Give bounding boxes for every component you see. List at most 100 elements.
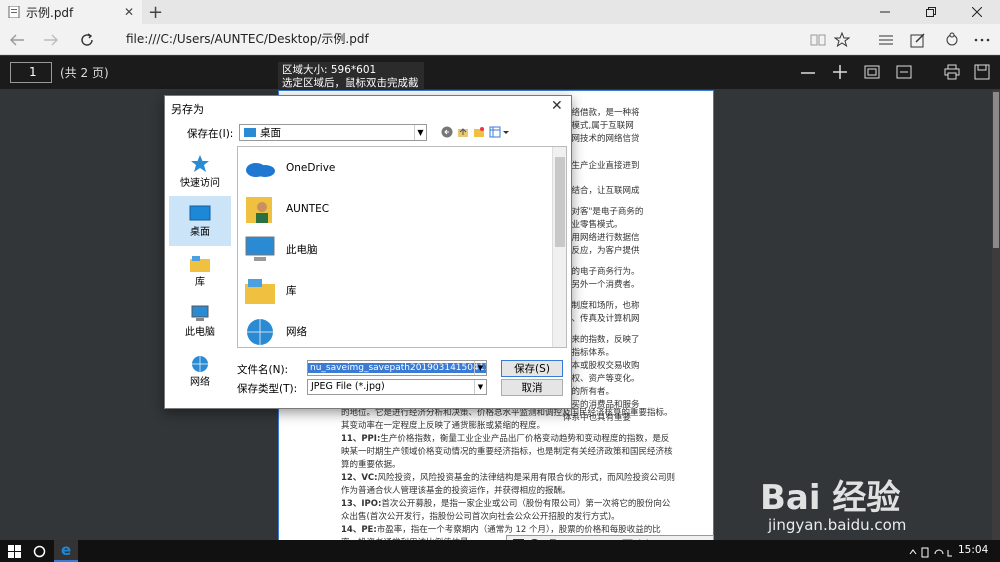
fit-page-icon[interactable] [864,65,880,79]
computer-icon [244,235,276,265]
text-fragment: 间的电子商务行为。 [563,267,640,277]
cancel-button[interactable]: 取消 [501,379,563,396]
refresh-icon[interactable] [76,24,98,55]
forward-icon[interactable] [40,24,62,55]
file-name: AUNTEC [286,202,330,215]
desktop-icon [189,205,211,223]
text-fragment: 从生产企业直接进到 [563,161,640,171]
text-fragment: 贷模式,属于互联网 [563,121,634,131]
edge-taskbar-button[interactable]: e [54,540,78,562]
text-fragment: 基本或股权交易收购 [563,361,640,371]
network-icon [189,355,211,373]
new-tab-button[interactable]: + [148,2,163,23]
file-name: OneDrive [286,161,336,174]
list-item[interactable]: 此电脑 [238,229,566,270]
filetype-label: 保存类型(T): [237,383,298,395]
capture-size-label: 区域大小: 596*601 [282,64,377,76]
computer-icon [189,305,211,323]
text-fragment: 南对客"是电子商务的 [563,207,644,217]
url-field[interactable]: file:///C:/Users/AUNTEC/Desktop/示例.pdf [126,24,369,55]
more-icon[interactable] [972,24,992,55]
layout-icon[interactable] [896,65,912,79]
filename-input[interactable]: nu_saveimg_savepath20190314150411.jpg ▼ [307,360,487,376]
zoom-out-icon[interactable] [800,66,816,80]
file-list-scrollbar[interactable] [552,147,566,347]
place-label: 库 [195,276,205,288]
close-window-button[interactable] [954,0,1000,24]
save-in-label: 保存在(I): [187,128,234,140]
desktop-folder-icon [244,127,256,138]
filename-label: 文件名(N): [237,364,289,376]
windows-start-icon[interactable] [8,545,21,558]
page-scrollbar-thumb[interactable] [993,92,999,248]
text-fragment: 报、传真及计算机网 [563,314,640,324]
text-fragment: 专用网络进行数据信 [563,233,640,243]
network-icon [244,316,276,348]
file-name: 网络 [286,326,307,338]
dialog-title: 另存为 [171,103,204,116]
paragraph-number: 14、PE: [341,525,377,535]
back-icon[interactable] [6,24,28,55]
print-icon[interactable] [944,64,960,80]
paragraph: 12、VC:风险投资，风险投资基金的法律结构是采用有限合伙的形式，而风险投资公司… [341,472,676,498]
list-item[interactable]: 库 [238,270,566,311]
save-in-select[interactable]: 桌面 ▼ [239,124,427,141]
text-fragment: 速反应，为客户提供 [563,246,640,256]
paragraph-number: 13、IPO: [341,499,382,509]
text-fragment: 给另外一个消费者。 [563,280,640,290]
new-folder-icon[interactable] [473,126,485,138]
text-fragment: 业的所有者。 [563,387,615,397]
onedrive-icon [244,156,276,180]
tray-icons[interactable] [908,546,954,558]
place-this-pc[interactable]: 此电脑 [169,296,231,346]
tab-pdf[interactable]: 示例.pdf ✕ [0,0,142,24]
list-item[interactable]: AUNTEC [238,188,566,229]
paragraph: 的地位。它是进行经济分析和决策、价格总水平监测和调控及国民经济核算的重要指标。其… [341,408,673,431]
view-menu-icon[interactable] [489,126,509,138]
minimize-button[interactable] [862,0,908,24]
share-icon[interactable] [942,24,962,55]
list-item[interactable]: OneDrive [238,147,566,188]
web-note-icon[interactable] [908,24,928,55]
tab-close-icon[interactable]: ✕ [124,5,134,19]
page-right-fragments: 网络借款，是一种将 贷模式,属于互联网 联网技术的网络信贷 从生产企业直接进到 … [563,107,673,425]
chevron-down-icon: ▼ [414,125,426,140]
baidu-watermark-url: jingyan.baidu.com [768,516,907,534]
edge-icon: e [61,541,71,559]
place-quick-access[interactable]: 快速访问 [169,146,231,196]
restore-button[interactable] [908,0,954,24]
favorite-star-icon[interactable] [832,24,852,55]
list-item[interactable]: 网络 [238,311,566,352]
tab-title: 示例.pdf [26,5,74,20]
cortana-icon[interactable] [33,545,46,558]
text-fragment: 取权、资产等变化。 [563,374,640,384]
place-label: 桌面 [190,226,210,238]
save-as-dialog: 另存为 ✕ 保存在(I): 桌面 ▼ 快速访问 桌面 库 此电脑 网络 OneD… [164,95,572,409]
save-icon[interactable] [974,64,990,80]
file-list-scrollbar-thumb[interactable] [555,157,565,247]
reading-view-icon[interactable] [808,24,828,55]
place-library[interactable]: 库 [169,246,231,296]
library-icon [244,276,276,306]
capture-size-overlay: 区域大小: 596*601 选定区域后，鼠标双击完成截图 [278,62,424,102]
chevron-down-icon[interactable]: ▼ [474,361,486,375]
place-desktop[interactable]: 桌面 [169,196,231,246]
file-name: 库 [286,285,297,297]
paragraph-text: 生产价格指数，衡量工业企业产品出厂价格变动趋势和变动程度的指数，是反映某一时期生… [341,434,673,470]
chevron-down-icon: ▼ [474,380,486,394]
paragraph-text: 风险投资，风险投资基金的法律结构是采用有限合伙的形式，而风险投资公司则作为普通合… [341,473,676,496]
filetype-select[interactable]: JPEG File (*.jpg) ▼ [307,379,487,395]
up-folder-icon[interactable] [457,126,469,138]
page-number-input[interactable]: 1 [10,62,52,83]
dialog-close-icon[interactable]: ✕ [551,98,563,114]
save-button[interactable]: 保存(S) [501,360,563,377]
zoom-in-icon[interactable] [832,64,848,80]
page-paragraphs: 的地位。它是进行经济分析和决策、价格总水平监测和调控及国民经济核算的重要指标。其… [341,407,676,550]
paragraph-number: 11、PPI: [341,434,381,444]
text-fragment: 易制度和场所，也称 [563,301,640,311]
text-fragment: 商业零售模式。 [563,220,623,230]
hub-menu-icon[interactable] [876,24,896,55]
back-arrow-icon[interactable] [441,126,453,138]
text-fragment: 网结合，让互联网成 [563,186,640,196]
place-network[interactable]: 网络 [169,346,231,396]
